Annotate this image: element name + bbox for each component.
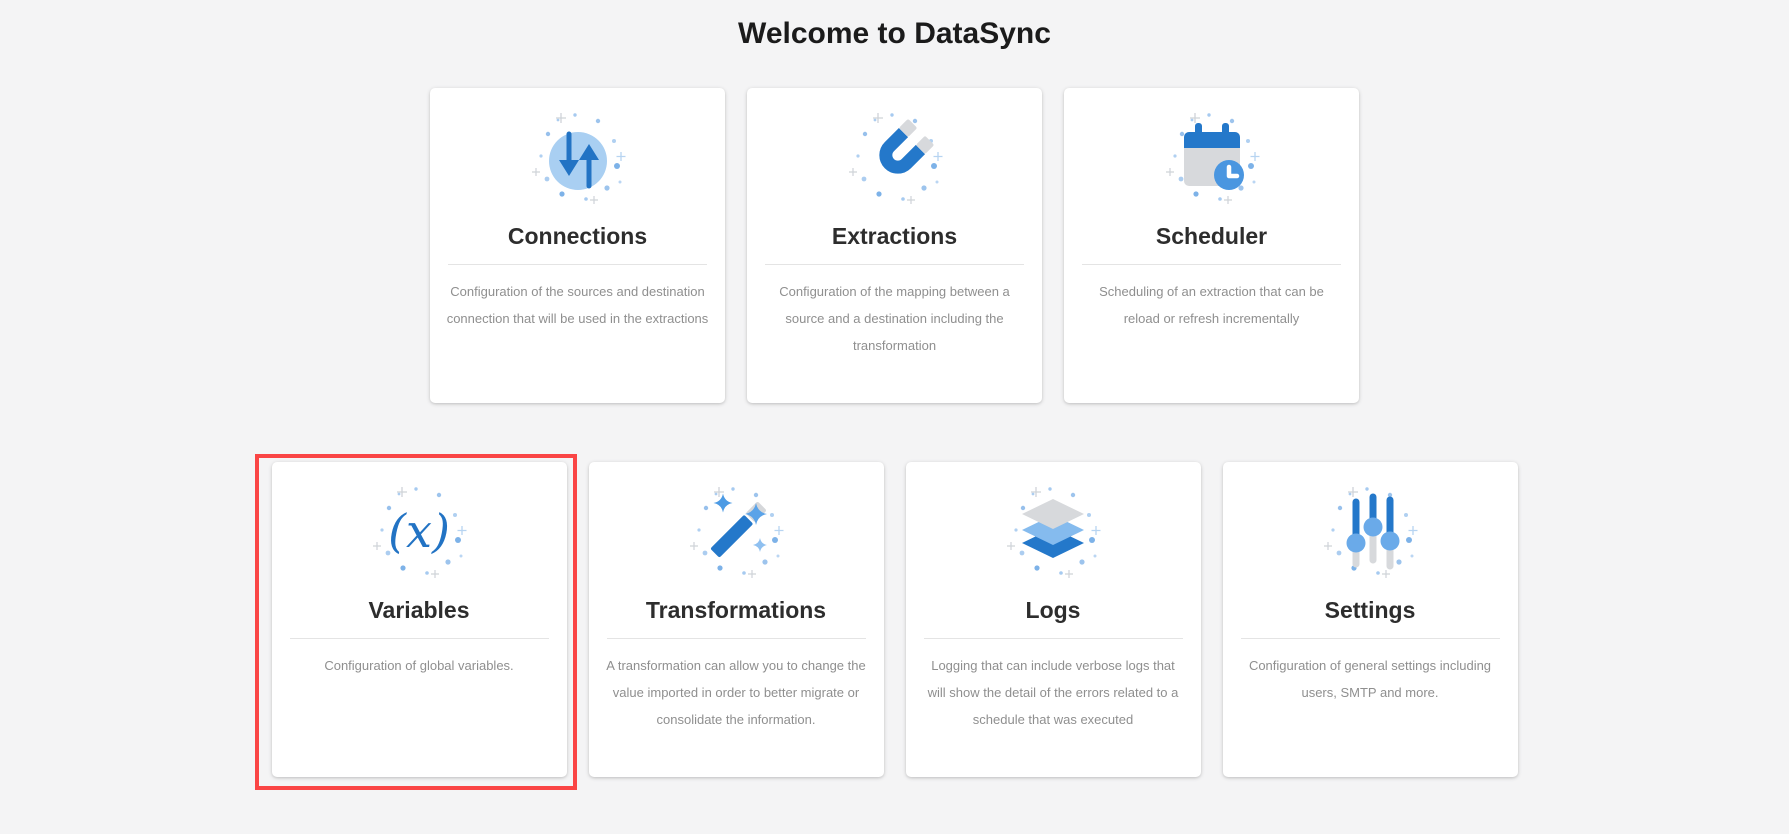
card-extractions[interactable]: Extractions Configuration of the mapping… bbox=[747, 88, 1042, 403]
card-description: Configuration of general settings includ… bbox=[1223, 652, 1518, 706]
card-transformations[interactable]: Transformations A transformation can all… bbox=[589, 462, 884, 777]
divider bbox=[1241, 638, 1500, 639]
divider bbox=[448, 264, 707, 265]
magnet-icon bbox=[845, 108, 945, 208]
card-settings[interactable]: Settings Configuration of general settin… bbox=[1223, 462, 1518, 777]
card-description: Logging that can include verbose logs th… bbox=[906, 652, 1201, 733]
divider bbox=[1082, 264, 1341, 265]
divider bbox=[607, 638, 866, 639]
card-title: Scheduler bbox=[1064, 222, 1359, 250]
card-icon-wrap bbox=[906, 482, 1201, 582]
card-variables[interactable]: (x) Variables Configuration of global va… bbox=[272, 462, 567, 777]
card-icon-wrap bbox=[1223, 482, 1518, 582]
card-title: Logs bbox=[906, 596, 1201, 624]
card-row-1: Connections Configuration of the sources… bbox=[0, 88, 1789, 403]
sliders-icon bbox=[1320, 482, 1420, 582]
card-icon-wrap: (x) bbox=[272, 482, 567, 582]
card-title: Extractions bbox=[747, 222, 1042, 250]
divider bbox=[765, 264, 1024, 265]
card-description: Configuration of the mapping between a s… bbox=[747, 278, 1042, 359]
card-icon-wrap bbox=[589, 482, 884, 582]
card-description: A transformation can allow you to change… bbox=[589, 652, 884, 733]
card-description: Configuration of the sources and destina… bbox=[430, 278, 725, 332]
layers-icon bbox=[1003, 482, 1103, 582]
card-title: Settings bbox=[1223, 596, 1518, 624]
page-title: Welcome to DataSync bbox=[0, 0, 1789, 52]
function-x-icon: (x) bbox=[369, 482, 469, 582]
card-title: Connections bbox=[430, 222, 725, 250]
card-title: Variables bbox=[272, 596, 567, 624]
card-title: Transformations bbox=[589, 596, 884, 624]
card-description: Scheduling of an extraction that can be … bbox=[1064, 278, 1359, 332]
datasync-home-page: Welcome to DataSync Connections Configur… bbox=[0, 0, 1789, 834]
magic-wand-icon bbox=[686, 482, 786, 582]
card-logs[interactable]: Logs Logging that can include verbose lo… bbox=[906, 462, 1201, 777]
svg-text:(x): (x) bbox=[388, 504, 450, 558]
card-description: Configuration of global variables. bbox=[272, 652, 567, 679]
card-icon-wrap bbox=[1064, 108, 1359, 208]
card-icon-wrap bbox=[430, 108, 725, 208]
card-scheduler[interactable]: Scheduler Scheduling of an extraction th… bbox=[1064, 88, 1359, 403]
divider bbox=[290, 638, 549, 639]
card-connections[interactable]: Connections Configuration of the sources… bbox=[430, 88, 725, 403]
sync-arrows-icon bbox=[528, 108, 628, 208]
card-icon-wrap bbox=[747, 108, 1042, 208]
divider bbox=[924, 638, 1183, 639]
calendar-clock-icon bbox=[1162, 108, 1262, 208]
card-row-2: (x) Variables Configuration of global va… bbox=[0, 462, 1789, 777]
